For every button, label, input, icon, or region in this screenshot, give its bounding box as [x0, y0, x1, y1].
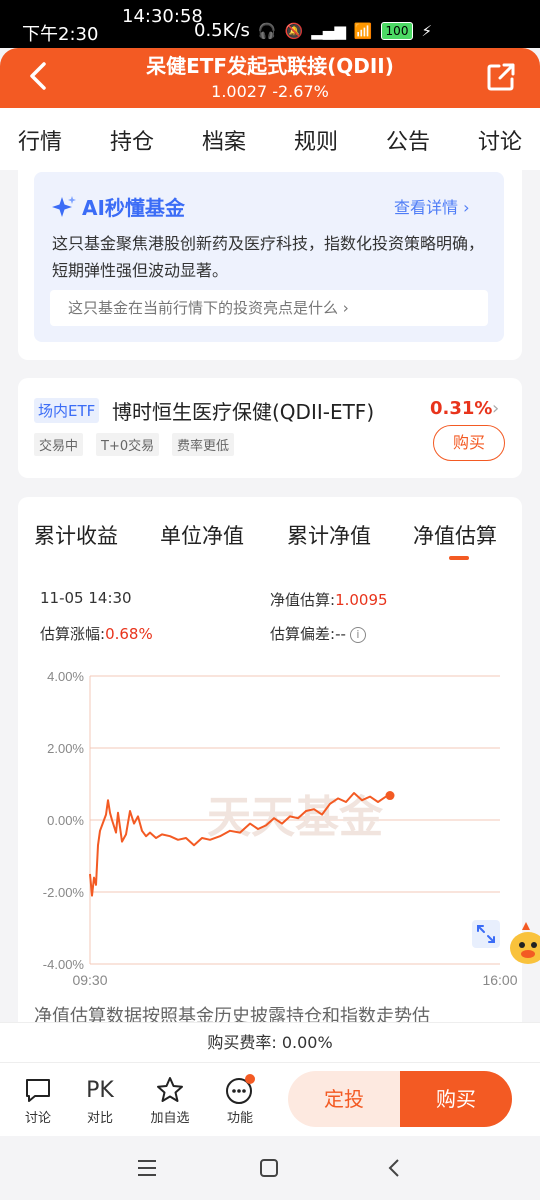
- etf-change: 0.31%: [430, 398, 493, 419]
- ai-title: AI秒懂基金: [52, 192, 185, 221]
- y-tick-label: 0.00%: [47, 813, 84, 828]
- tab-notices[interactable]: 公告: [386, 124, 430, 156]
- last-point: [385, 791, 395, 801]
- status-icons: 0.5K/s 🎧 🔕 ▂▄▆ 📶 100 ⚡: [194, 20, 432, 41]
- etf-tag: 场内ETF: [34, 398, 100, 423]
- pk-icon: PK: [86, 1077, 114, 1103]
- signal-icon: ▂▄▆: [311, 21, 346, 40]
- share-icon[interactable]: [486, 62, 516, 92]
- fund-nav-change: 1.0027 -2.67%: [211, 82, 329, 101]
- nav-estimate-chart: 4.00%2.00%0.00%-2.00%-4.00%天天基金09:30 16:0…: [43, 669, 518, 988]
- buy-button[interactable]: 购买: [400, 1071, 512, 1127]
- status-clock: 14:30:58: [122, 6, 203, 27]
- chart-tab-cumulative[interactable]: 累计收益: [34, 520, 118, 550]
- add-watchlist-button[interactable]: 加自选: [140, 1073, 200, 1126]
- estimate-deviation: 估算偏差:-- i: [270, 623, 366, 644]
- wifi-icon: 📶: [353, 21, 373, 40]
- etf-name[interactable]: 博时恒生医疗保健(QDII-ETF): [112, 396, 374, 425]
- ai-question-button[interactable]: 这只基金在当前行情下的投资亮点是什么 ›: [50, 290, 488, 326]
- chevron-right-icon: ›: [463, 198, 470, 217]
- chart-tab-unit-nav[interactable]: 单位净值: [160, 520, 244, 550]
- mute-icon: 🔕: [284, 21, 304, 40]
- bottom-action-bar: 讨论 PK 对比 加自选 功能 定投 购买: [0, 1062, 540, 1136]
- chart-tab-acc-nav[interactable]: 累计净值: [287, 520, 371, 550]
- mascot-icon[interactable]: [506, 918, 540, 968]
- charging-icon: ⚡: [421, 21, 432, 40]
- nav-estimate-value: 1.0095: [335, 591, 388, 609]
- estimate-time: 11-05 14:30: [40, 589, 132, 607]
- x-tick-label: 16:00: [482, 972, 517, 988]
- discussion-button[interactable]: 讨论: [8, 1073, 68, 1126]
- discussion-label: 讨论: [24, 1111, 51, 1126]
- estimate-change: 估算涨幅:0.68%: [40, 623, 153, 644]
- nav-estimate-label: 净值估算:: [270, 591, 336, 609]
- add-watchlist-label: 加自选: [150, 1111, 190, 1126]
- more-icon: [210, 1073, 270, 1107]
- tab-discussion[interactable]: 讨论: [478, 124, 522, 156]
- nav-estimate: 净值估算:1.0095: [270, 589, 388, 610]
- menu-icon[interactable]: [136, 1158, 158, 1178]
- chevron-right-icon[interactable]: ›: [492, 398, 499, 419]
- chevron-right-icon: ›: [342, 299, 349, 317]
- y-tick-label: -2.00%: [43, 885, 85, 900]
- ai-more-link[interactable]: 查看详情 ›: [394, 194, 470, 218]
- main-tabs: 行情 持仓 档案 规则 公告 讨论: [0, 108, 540, 170]
- y-tick-label: -4.00%: [43, 957, 85, 972]
- tab-profile[interactable]: 档案: [202, 124, 246, 156]
- status-bar: 下午2:30 14:30:58 0.5K/s 🎧 🔕 ▂▄▆ 📶 100 ⚡: [0, 0, 540, 48]
- purchase-fee: 购买费率: 0.00%: [0, 1022, 540, 1062]
- etf-buy-button[interactable]: 购买: [433, 425, 505, 461]
- y-tick-label: 2.00%: [47, 741, 84, 756]
- ai-title-text: AI秒懂基金: [82, 196, 185, 220]
- etf-chip: 费率更低: [172, 433, 235, 456]
- estimate-deviation-label: 估算偏差:: [270, 625, 336, 643]
- chat-icon: [8, 1073, 68, 1107]
- home-icon[interactable]: [258, 1157, 280, 1179]
- y-tick-label: 4.00%: [47, 669, 84, 684]
- page-title: 呆健ETF发起式联接(QDII): [146, 54, 394, 78]
- tab-rules[interactable]: 规则: [294, 124, 338, 156]
- auto-invest-button[interactable]: 定投: [288, 1071, 400, 1127]
- compare-label: 对比: [86, 1111, 113, 1126]
- ai-description: 这只基金聚焦港股创新药及医疗科技，指数化投资策略明确，短期弹性强但波动显著。: [52, 234, 485, 280]
- status-time: 下午2:30: [22, 24, 99, 45]
- ai-more-label: 查看详情: [394, 198, 459, 217]
- network-speed: 0.5K/s: [194, 20, 250, 41]
- functions-button[interactable]: 功能: [210, 1073, 270, 1126]
- info-icon[interactable]: i: [349, 626, 366, 643]
- functions-label: 功能: [226, 1111, 253, 1126]
- tab-market[interactable]: 行情: [18, 124, 62, 168]
- headphone-icon: 🎧: [257, 21, 277, 40]
- estimate-change-value: 0.68%: [105, 625, 153, 643]
- star-icon: [140, 1073, 200, 1107]
- estimate-deviation-value: --: [335, 625, 346, 643]
- tab-holdings[interactable]: 持仓: [110, 124, 154, 156]
- battery-icon: 100: [380, 21, 414, 40]
- chart-tab-estimate[interactable]: 净值估算: [413, 520, 497, 560]
- etf-chip: T+0交易: [96, 433, 160, 456]
- etf-chip: 交易中: [34, 433, 84, 456]
- sparkle-icon: [52, 195, 76, 217]
- ai-question-text: 这只基金在当前行情下的投资亮点是什么: [68, 299, 339, 317]
- back-nav-icon[interactable]: [384, 1157, 404, 1179]
- estimate-change-label: 估算涨幅:: [40, 625, 106, 643]
- compare-button[interactable]: PK 对比: [70, 1073, 130, 1127]
- system-nav-bar: [0, 1136, 540, 1200]
- x-tick-label: 09:30: [72, 972, 107, 988]
- expand-icon[interactable]: [472, 920, 500, 948]
- ai-summary: AI秒懂基金 查看详情 › 这只基金聚焦港股创新药及医疗科技，指数化投资策略明确…: [34, 172, 504, 342]
- fund-header: 呆健ETF发起式联接(QDII) 1.0027 -2.67%: [0, 48, 540, 108]
